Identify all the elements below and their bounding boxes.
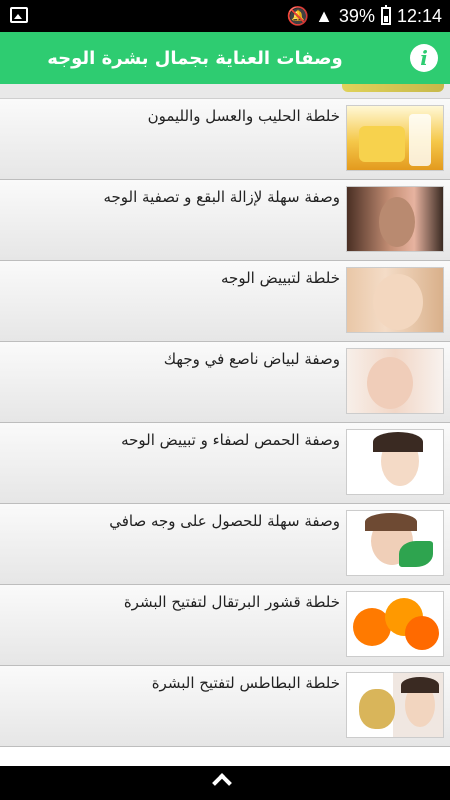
potato-and-face-thumbnail xyxy=(346,672,444,738)
list-item[interactable]: وصفة سهلة للحصول على وجه صافي xyxy=(0,504,450,585)
list-item-label: وصفة سهلة لإزالة البقع و تصفية الوجه xyxy=(103,188,340,206)
list-item[interactable]: خلطة قشور البرتقال لتفتيح البشرة xyxy=(0,585,450,666)
honey-milk-lemon-thumbnail xyxy=(346,105,444,171)
woman-with-leaves-thumbnail xyxy=(346,510,444,576)
list-item[interactable]: وصفة الحمص لصفاء و تبييض الوحه xyxy=(0,423,450,504)
list-thumbnail xyxy=(342,84,444,92)
gallery-icon xyxy=(10,7,28,23)
list-item[interactable]: وصفة لبياض ناصع في وجهك xyxy=(0,342,450,423)
list-item-label: وصفة لبياض ناصع في وجهك xyxy=(163,350,340,368)
list-item[interactable]: وصفة سهلة لإزالة البقع و تصفية الوجه xyxy=(0,180,450,261)
list-item-label: خلطة لتبييض الوجه xyxy=(221,269,340,287)
orange-peels-thumbnail xyxy=(346,591,444,657)
list-item[interactable]: خلطة البطاطس لتفتيح البشرة xyxy=(0,666,450,747)
list-item-label: وصفة سهلة للحصول على وجه صافي xyxy=(109,512,340,530)
list-item[interactable]: خلطة لتبييض الوجه xyxy=(0,261,450,342)
face-spots-thumbnail xyxy=(346,186,444,252)
info-icon[interactable]: i xyxy=(410,44,438,72)
woman-touching-face-thumbnail xyxy=(346,348,444,414)
signal-icon: ▲ xyxy=(315,5,333,26)
clock: 12:14 xyxy=(396,5,442,26)
nav-bar xyxy=(0,766,450,800)
status-right: 🔕 ▲ 39% 12:14 xyxy=(287,0,442,32)
list-item-partial[interactable] xyxy=(0,84,450,99)
battery-percent: 39% xyxy=(338,5,375,26)
woman-face-thumbnail xyxy=(346,267,444,333)
list-item-label: خلطة قشور البرتقال لتفتيح البشرة xyxy=(123,593,340,611)
list-item-label: وصفة الحمص لصفاء و تبييض الوحه xyxy=(121,431,340,449)
status-bar: 🔕 ▲ 39% 12:14 xyxy=(0,0,450,32)
recipe-list[interactable]: خلطة الحليب والعسل والليمون وصفة سهلة لإ… xyxy=(0,84,450,766)
list-item[interactable]: خلطة الحليب والعسل والليمون xyxy=(0,99,450,180)
battery-icon xyxy=(380,5,391,25)
list-item-label: خلطة الحليب والعسل والليمون xyxy=(147,107,340,125)
list-item-label: خلطة البطاطس لتفتيح البشرة xyxy=(151,674,340,692)
chevron-up-icon[interactable] xyxy=(212,773,232,793)
woman-portrait-thumbnail xyxy=(346,429,444,495)
silent-icon: 🔕 xyxy=(286,5,310,26)
page-title: وصفات العناية بجمال بشرة الوجه xyxy=(47,47,343,69)
app-bar: وصفات العناية بجمال بشرة الوجه i xyxy=(0,32,450,84)
